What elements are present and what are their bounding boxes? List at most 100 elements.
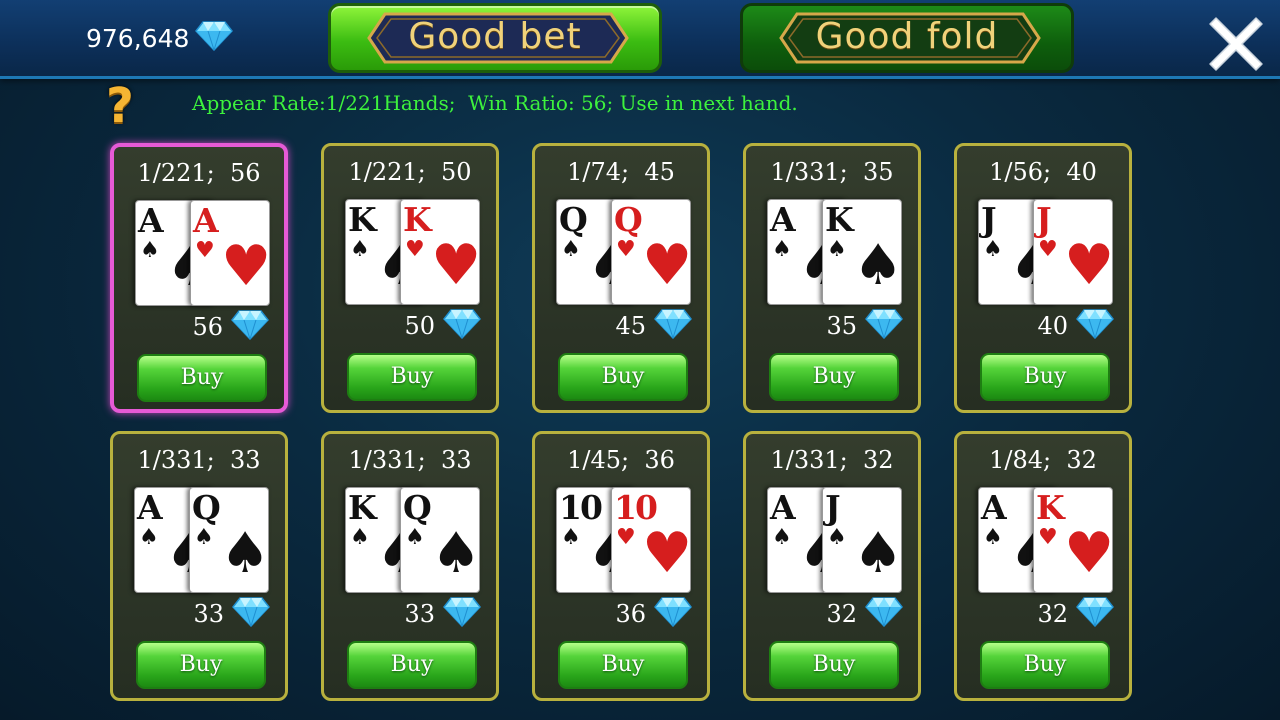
card-rank: J — [981, 200, 997, 239]
hand-cards: A♠♠K♠♠ — [767, 199, 903, 305]
card-suit-small-icon: ♠ — [983, 525, 1003, 550]
close-x-icon — [1209, 17, 1263, 71]
card-suit-small-icon: ♠ — [350, 525, 370, 550]
hand-rate-label: 1/331; 32 — [770, 446, 894, 474]
price-value: 33 — [404, 600, 435, 628]
card-suit-small-icon: ♠ — [350, 237, 370, 262]
diamond-icon — [443, 309, 481, 343]
card-suit-icon: ♥ — [642, 233, 691, 298]
buy-button[interactable]: Buy — [558, 641, 688, 689]
price-row: 35 — [826, 309, 903, 343]
card-suit-icon: ♥ — [1064, 233, 1113, 298]
card-rank: Q — [559, 200, 588, 239]
balance-display: 976,648 — [86, 20, 234, 56]
buy-button[interactable]: Buy — [769, 353, 899, 401]
card-rank: Q — [192, 488, 221, 527]
playing-card: A ♥ ♥ — [190, 200, 270, 306]
price-row: 32 — [826, 597, 903, 630]
hand-cards: A♠♠Q♠♠ — [134, 487, 270, 593]
card-rank: J — [1036, 200, 1052, 239]
card-rank: A — [137, 488, 163, 527]
diamond-icon — [865, 309, 903, 343]
card-rank: Q — [614, 200, 643, 239]
hand-cards: A♠♠K♥♥ — [978, 487, 1114, 593]
card-suit-icon: ♥ — [221, 234, 270, 299]
hand-rate-label: 1/45; 36 — [567, 446, 675, 474]
diamond-icon — [654, 309, 692, 343]
price-row: 45 — [615, 309, 692, 343]
playing-card: 10 ♥ ♥ — [611, 487, 691, 593]
diamond-icon — [195, 21, 234, 55]
card-suit-small-icon: ♠ — [561, 237, 581, 262]
buy-button[interactable]: Buy — [980, 353, 1110, 401]
card-suit-icon: ♠ — [853, 521, 902, 586]
hand-slot[interactable]: 1/221; 56A♠♠A♥♥56Buy — [110, 143, 288, 413]
price-row: 40 — [1037, 309, 1114, 342]
diamond-icon — [443, 597, 481, 631]
hand-rate-label: 1/84; 32 — [989, 446, 1097, 474]
hand-rate-label: 1/331; 33 — [348, 446, 472, 474]
buy-button[interactable]: Buy — [137, 354, 267, 402]
buy-button[interactable]: Buy — [347, 353, 477, 401]
tab-good-fold[interactable]: Good fold — [740, 3, 1074, 73]
hand-cards: Q♠♠Q♥♥ — [556, 199, 692, 305]
card-suit-icon: ♥ — [642, 521, 691, 586]
buy-button[interactable]: Buy — [136, 641, 266, 689]
hand-cards: K♠♠Q♠♠ — [345, 487, 481, 593]
buy-button[interactable]: Buy — [980, 641, 1110, 689]
hand-slot[interactable]: 1/221; 50K♠♠K♥♥50Buy — [321, 143, 499, 413]
card-suit-icon: ♥ — [1064, 521, 1113, 586]
playing-card: Q♠♠ — [400, 487, 480, 593]
card-suit-small-icon: ♠ — [772, 237, 792, 262]
card-rank: K — [1036, 488, 1065, 527]
tab-good-bet[interactable]: Good bet — [328, 3, 662, 73]
hand-slot[interactable]: 1/84; 32A♠♠K♥♥32Buy — [954, 431, 1132, 701]
card-rank: A — [193, 201, 219, 240]
card-suit-small-icon: ♠ — [983, 237, 1003, 262]
hand-rate-label: 1/221; 50 — [348, 158, 472, 186]
card-suit-small-icon: ♠ — [772, 525, 792, 550]
price-value: 32 — [1037, 600, 1068, 628]
hand-slot[interactable]: 1/331; 35A♠♠K♠♠35Buy — [743, 143, 921, 413]
card-rank: Q — [403, 488, 432, 527]
hand-slot[interactable]: 1/74; 45Q♠♠Q♥♥45Buy — [532, 143, 710, 413]
hand-rate-label: 1/56; 40 — [989, 158, 1097, 186]
close-button[interactable] — [1206, 14, 1266, 74]
question-mark-icon[interactable]: ? — [106, 80, 146, 132]
buy-button[interactable]: Buy — [769, 641, 899, 689]
card-rank: J — [825, 488, 841, 527]
hand-cards: J♠♠J♥♥ — [978, 199, 1114, 305]
price-row: 32 — [1037, 597, 1114, 631]
card-rank: A — [770, 488, 796, 527]
card-suit-small-icon: ♠ — [405, 525, 425, 550]
buy-button[interactable]: Buy — [347, 641, 477, 689]
card-suit-icon: ♠ — [853, 233, 902, 298]
card-suit-small-icon: ♥ — [616, 525, 636, 550]
hand-slot[interactable]: 1/331; 33K♠♠Q♠♠33Buy — [321, 431, 499, 701]
playing-card: Q ♥ ♥ — [611, 199, 691, 305]
card-suit-small-icon: ♠ — [827, 237, 847, 262]
card-suit-icon: ♥ — [431, 233, 480, 298]
playing-card: J♠♠ — [822, 487, 902, 593]
price-row: 33 — [404, 597, 481, 631]
hand-rate-label: 1/331; 33 — [137, 446, 261, 474]
hand-slot[interactable]: 1/56; 40J♠♠J♥♥40Buy — [954, 143, 1132, 413]
price-value: 35 — [826, 312, 857, 340]
hand-slot[interactable]: 1/331; 32A♠♠J♠♠32Buy — [743, 431, 921, 701]
card-suit-small-icon: ♥ — [1038, 525, 1058, 550]
price-value: 32 — [826, 600, 857, 628]
tab-good-fold-label: Good fold — [815, 16, 999, 57]
card-suit-icon: ♠ — [220, 521, 269, 586]
card-rank: K — [403, 200, 432, 239]
card-suit-small-icon: ♥ — [616, 237, 636, 262]
diamond-icon — [1076, 597, 1114, 631]
card-rank: K — [825, 200, 854, 239]
top-bar: 976,648 Good bet Good fold — [0, 0, 1280, 79]
buy-button[interactable]: Buy — [558, 353, 688, 401]
hand-rate-label: 1/74; 45 — [567, 158, 675, 186]
playing-card: K ♥ ♥ — [400, 199, 480, 305]
hand-slot[interactable]: 1/45; 3610♠♠10♥♥36Buy — [532, 431, 710, 701]
price-value: 56 — [192, 313, 223, 341]
info-line: Appear Rate:1/221Hands; Win Ratio: 56; U… — [192, 91, 798, 115]
hand-slot[interactable]: 1/331; 33A♠♠Q♠♠33Buy — [110, 431, 288, 701]
